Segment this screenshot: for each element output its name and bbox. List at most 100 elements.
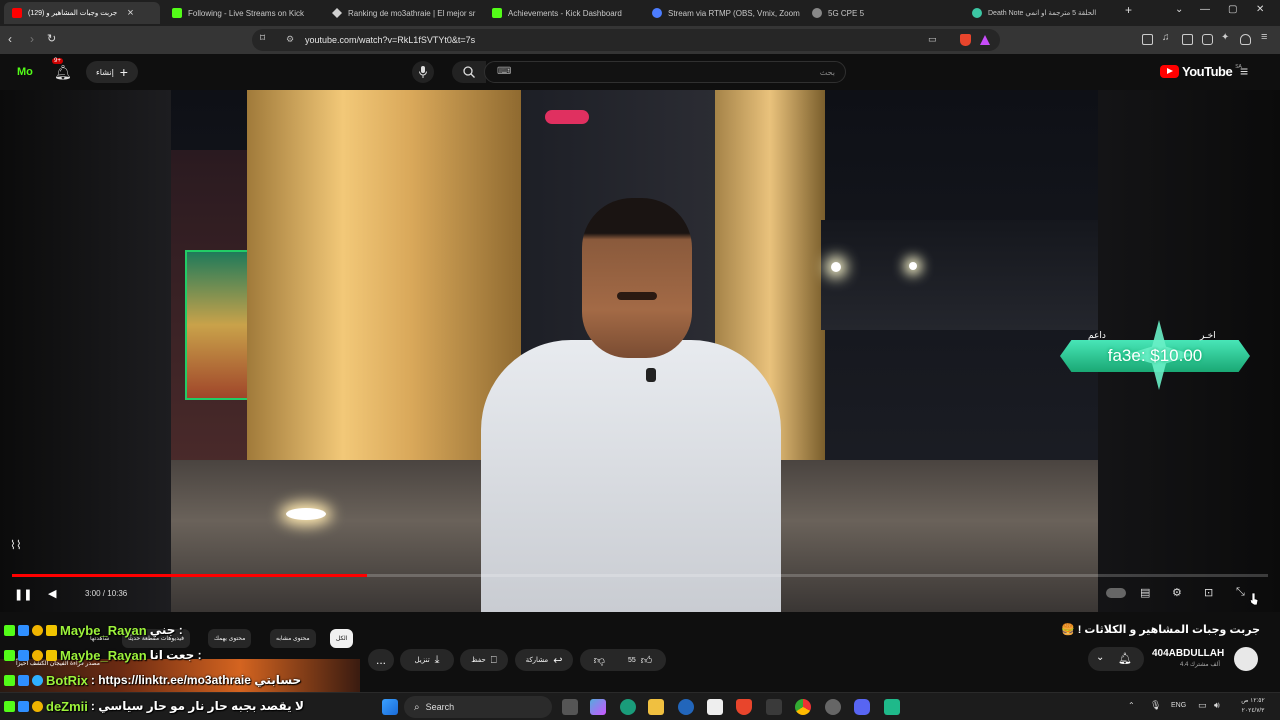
url-text[interactable]: youtube.com/watch?v=RkL1fSVTYt0&t=7s — [305, 35, 475, 45]
youtube-logo[interactable]: YouTube SA — [1160, 64, 1242, 79]
miniplayer-icon[interactable]: ⊡ — [1204, 586, 1220, 600]
channel-avatar[interactable] — [1234, 647, 1258, 671]
menu-icon[interactable]: ≡ — [1261, 31, 1272, 43]
network-icon[interactable]: ▭ — [1198, 700, 1207, 711]
tab-youtube-video[interactable]: (129) جربت وجبات المشاهير و × — [4, 2, 160, 24]
window-close-icon[interactable]: ✕ — [1256, 4, 1264, 15]
vpn-shield-icon[interactable] — [1240, 34, 1251, 45]
progress-bar[interactable] — [12, 574, 1268, 577]
minimize-icon[interactable]: — — [1200, 4, 1210, 15]
volume-tray-icon[interactable]: 🔊︎ — [1214, 700, 1220, 711]
tab-kick-following[interactable]: Following - Live Streams on Kick — [164, 2, 320, 24]
settings-gear-icon[interactable]: ⚙ — [1172, 586, 1188, 600]
edge-icon[interactable] — [620, 699, 636, 715]
pause-icon[interactable]: ❚❚ — [14, 588, 32, 601]
chat-text: جعت انا : — [149, 648, 202, 662]
audio-app-icon[interactable] — [884, 699, 900, 715]
language-indicator[interactable]: ENG — [1171, 702, 1186, 709]
distant-buildings — [821, 220, 1098, 330]
tray-chevron-icon[interactable]: ⌃ — [1128, 701, 1135, 710]
voice-search-button[interactable] — [412, 61, 434, 83]
chevron-down-icon: ⌄ — [1096, 652, 1105, 663]
file-explorer-icon[interactable] — [648, 699, 664, 715]
chip-all[interactable]: الكل — [330, 629, 354, 648]
guide-menu-icon[interactable]: ≡ — [1240, 63, 1248, 79]
tray-mic-icon[interactable]: 🎙︎ — [1150, 700, 1161, 711]
share-label: مشاركة — [525, 657, 549, 664]
brave-icon[interactable] — [736, 699, 752, 715]
alert-badge-icon — [32, 624, 43, 636]
bot-badge-icon — [18, 674, 29, 686]
chat-text: جني : — [149, 623, 183, 637]
tab-restream[interactable]: Stream via RTMP (OBS, Vmix, Zoom — [644, 2, 800, 24]
chrome-icon[interactable] — [795, 699, 811, 715]
tab-5g-cpe[interactable]: 5G CPE 5 — [804, 2, 960, 24]
brave-rewards-icon[interactable] — [980, 35, 990, 45]
wallet-icon[interactable] — [1202, 34, 1213, 45]
subscribe-bell-button[interactable]: ⌄ 🔔︎ — [1088, 647, 1144, 671]
forward-icon[interactable]: › — [30, 32, 34, 46]
close-tab-icon[interactable]: × — [127, 7, 133, 19]
search-icon — [463, 66, 475, 78]
globe-favicon-icon — [812, 8, 822, 18]
tab-kick-achievements[interactable]: Achievements - Kick Dashboard — [484, 2, 640, 24]
search-input[interactable]: ⌨ بحث — [484, 61, 846, 83]
save-button[interactable]: حفظ ⎕ — [460, 649, 508, 671]
tab-death-note[interactable]: Death Note الحلقة 5 مترجمة او انمي — [964, 2, 1120, 24]
subtitles-icon[interactable]: ▤ — [1140, 586, 1156, 600]
like-count: 55 — [627, 656, 636, 664]
taskbar-search[interactable]: ⌕ Search — [404, 696, 552, 718]
share-button[interactable]: مشاركة ↩ — [515, 649, 573, 671]
create-button[interactable]: إنشاء + — [86, 61, 138, 83]
edge-beta-icon[interactable] — [678, 699, 694, 715]
download-button[interactable]: تنزيل ⤓ — [400, 649, 454, 671]
youtube-play-icon — [1160, 65, 1179, 78]
xbox-icon[interactable] — [766, 699, 782, 715]
kick-favicon-icon — [492, 8, 502, 18]
discord-icon[interactable] — [854, 699, 870, 715]
chip-for-you[interactable]: محتوى يهمك — [208, 629, 252, 648]
clock-time: ١٢:٥٢ ص — [1241, 698, 1265, 704]
tab-label: (129) جربت وجبات المشاهير و — [28, 10, 118, 17]
chat-username: Maybe_Rayan — [60, 647, 147, 663]
store-icon[interactable] — [707, 699, 723, 715]
bookmark-icon[interactable]: ⌑ — [260, 33, 265, 44]
like-icon[interactable]: 👍︎ — [641, 654, 653, 667]
site-info-icon[interactable]: ⚙ — [286, 34, 294, 45]
channel-name[interactable]: 404ABDULLAH — [1152, 648, 1224, 659]
task-view-icon[interactable] — [562, 699, 578, 715]
tab-search-chevron-icon[interactable]: ⌄ — [1175, 4, 1183, 15]
windows-start-icon[interactable] — [382, 699, 398, 715]
brave-shield-icon[interactable] — [960, 34, 971, 46]
back-icon[interactable]: ‹ — [8, 32, 12, 46]
cast-icon[interactable]: ▭ — [928, 34, 937, 45]
tab-ranking[interactable]: Ranking de mo3athraie | El mejor sr — [324, 2, 480, 24]
menu-display-screen — [185, 250, 253, 400]
leo-ai-icon[interactable]: ✦ — [1221, 32, 1232, 43]
chip-similar[interactable]: محتوى مشابه — [270, 629, 316, 648]
music-icon[interactable]: ♫ — [1162, 32, 1173, 43]
keyboard-icon[interactable]: ⌨ — [497, 66, 511, 77]
video-frame[interactable] — [171, 90, 1098, 612]
reload-icon[interactable]: ↻ — [47, 32, 56, 45]
subscriber-count: 4.4 ألف مشترك — [1180, 662, 1221, 668]
street-light — [909, 262, 917, 270]
maximize-icon[interactable]: ▢ — [1228, 4, 1237, 15]
obs-icon[interactable] — [825, 699, 841, 715]
clock[interactable]: ١٢:٥٢ ص ٢٠٢٤/٧/٣ — [1236, 696, 1270, 716]
extensions-icon[interactable] — [1142, 34, 1153, 45]
notifications-bell-icon[interactable]: 🔔︎ — [54, 64, 72, 81]
copilot-icon[interactable] — [590, 699, 606, 715]
chat-username: Maybe_Rayan — [60, 622, 147, 638]
new-tab-button[interactable]: + — [1125, 3, 1132, 17]
autoplay-toggle[interactable] — [1106, 588, 1126, 598]
volume-icon[interactable]: ◀ — [48, 587, 56, 600]
address-bar[interactable]: ⌑ ⚙ youtube.com/watch?v=RkL1fSVTYt0&t=7s… — [252, 29, 1000, 51]
dislike-icon[interactable]: 👎︎ — [594, 654, 605, 667]
search-button[interactable] — [452, 61, 486, 83]
profile-avatar[interactable]: Mo — [17, 66, 33, 78]
more-actions-button[interactable]: ... — [368, 649, 394, 671]
video-player[interactable]: داعم اخـر fa3e: $10.00 ⌇⌇ ❚❚ ◀ 3:00 / 10… — [0, 90, 1280, 612]
chat-text: : https://linktr.ee/mo3athraie حسابتي — [90, 673, 302, 687]
sidebar-icon[interactable] — [1182, 34, 1193, 45]
